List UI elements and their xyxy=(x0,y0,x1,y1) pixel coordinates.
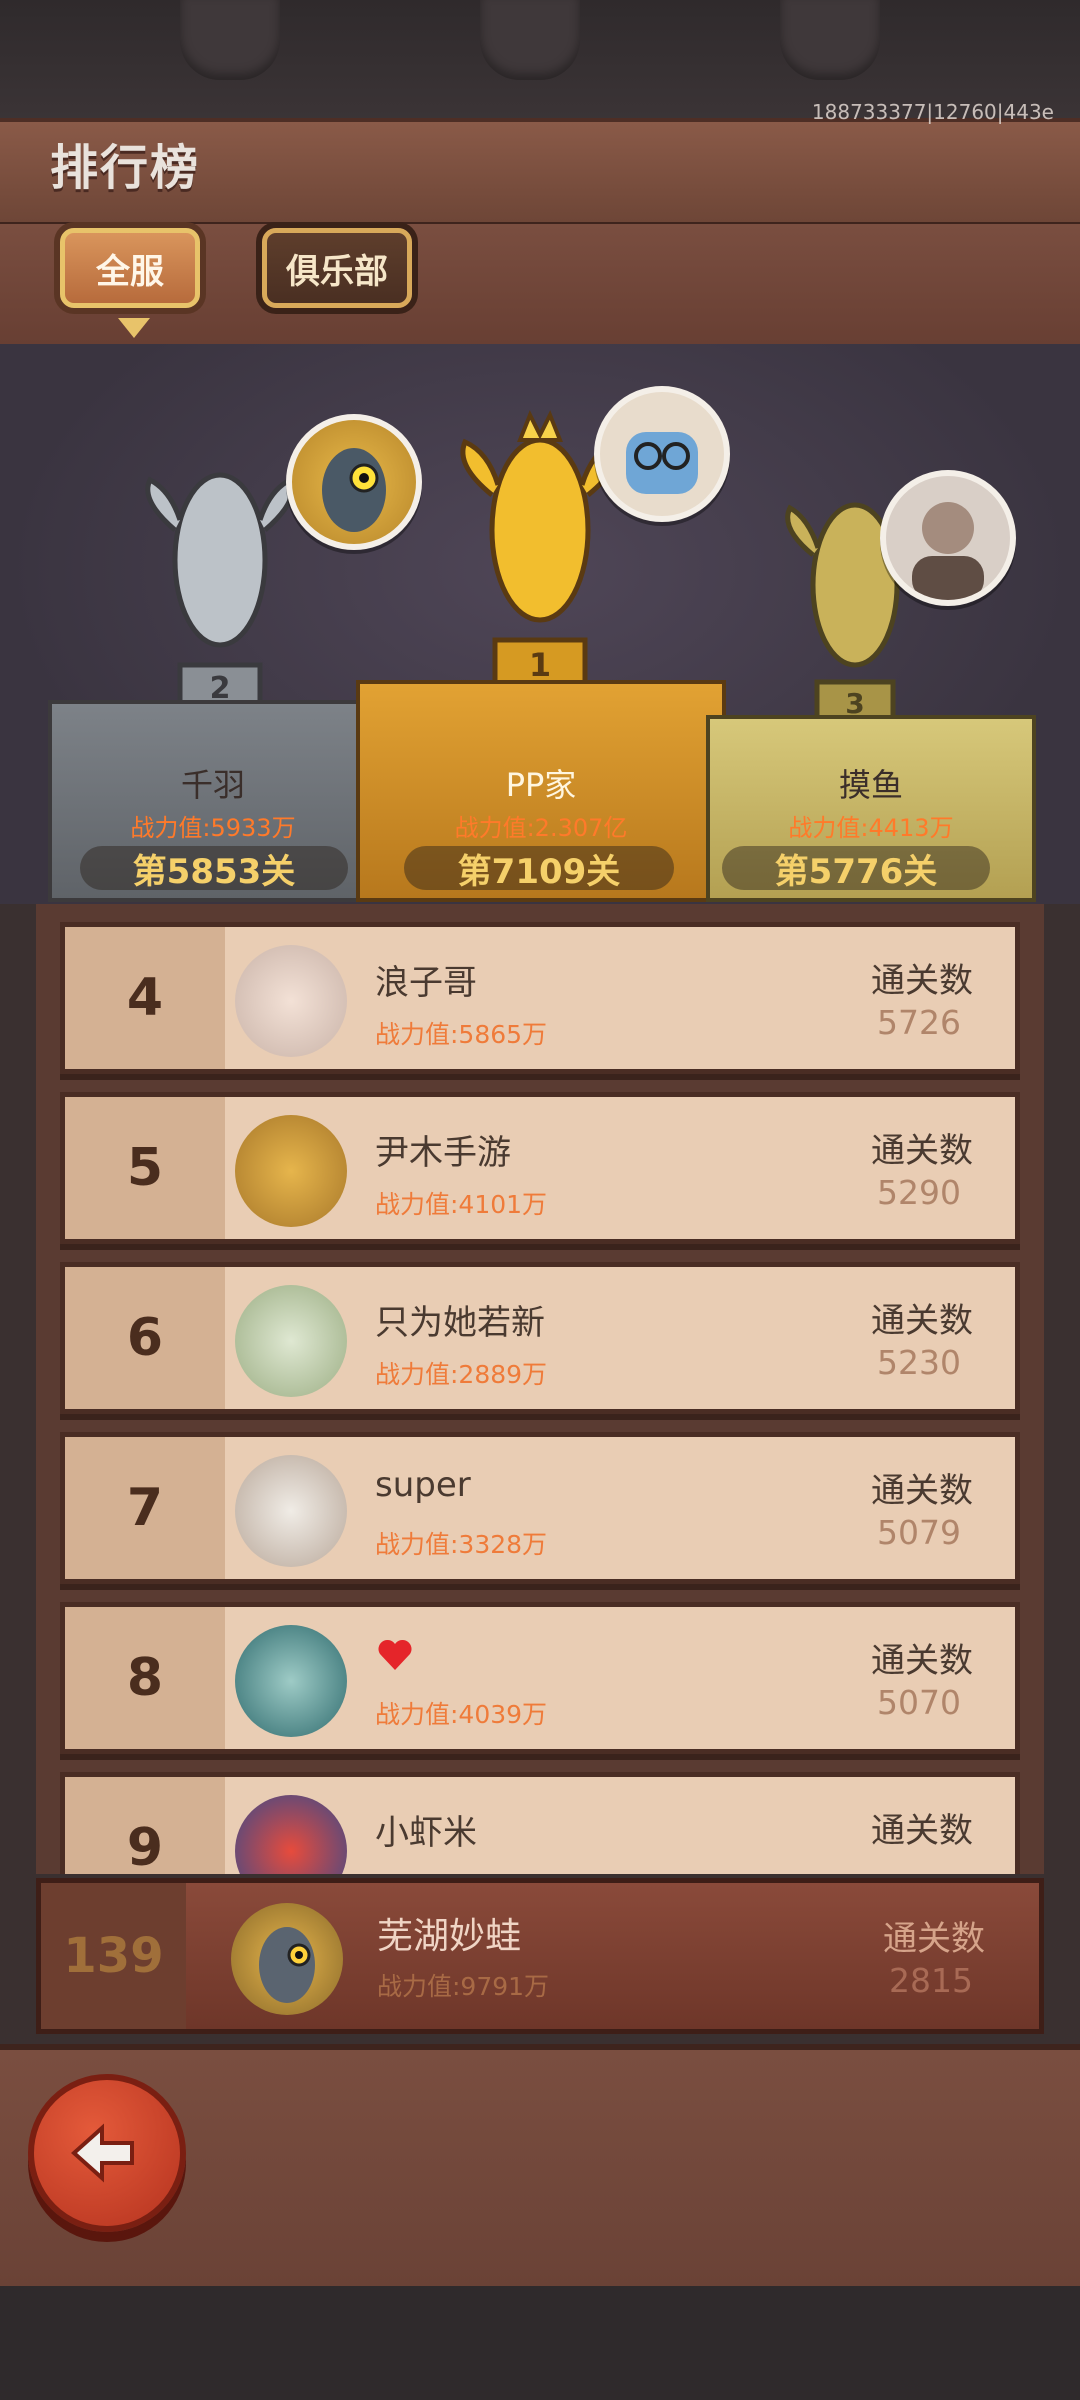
clear-count: 5290 xyxy=(877,1173,961,1212)
rank-number: 6 xyxy=(65,1267,225,1409)
player-name: 只为她若新 xyxy=(375,1303,545,1343)
page-title: 排行榜 xyxy=(50,140,201,196)
avatar[interactable] xyxy=(235,1455,347,1567)
list-item[interactable]: 7 super 战力值:3328万 通关数 5079 xyxy=(60,1432,1020,1584)
clear-count-label: 通关数 xyxy=(871,1811,973,1851)
podium-1-name: PP家 xyxy=(505,766,577,804)
podium-3-avatar[interactable] xyxy=(880,470,1016,606)
podium-3-power: 战力值:4413万 xyxy=(788,814,954,842)
heart-icon xyxy=(378,1639,412,1670)
rank-number: 5 xyxy=(65,1097,225,1239)
rank-number: 7 xyxy=(65,1437,225,1579)
podium-3-name: 摸鱼 xyxy=(838,766,903,804)
my-power: 战力值:9791万 xyxy=(377,1972,550,2001)
active-tab-pointer xyxy=(118,318,150,338)
avatar[interactable] xyxy=(235,1795,347,1874)
my-avatar[interactable] xyxy=(231,1903,343,2015)
podium-2-name: 千羽 xyxy=(180,766,245,804)
player-power: 战力值:2889万 xyxy=(375,1360,548,1389)
clear-count: 5070 xyxy=(877,1683,961,1722)
wall-peg xyxy=(780,0,880,80)
back-arrow-icon xyxy=(70,2123,134,2183)
ranking-list[interactable]: 4 浪子哥 战力值:5865万 通关数 5726 5 尹木手游 战力值:4101… xyxy=(36,904,1044,1874)
back-button[interactable] xyxy=(28,2074,186,2232)
rank-number: 8 xyxy=(65,1607,225,1749)
clear-count-label: 通关数 xyxy=(871,1131,973,1171)
avatar[interactable] xyxy=(235,1285,347,1397)
fish-avatar-icon xyxy=(322,448,386,532)
tab-all-server[interactable]: 全服 xyxy=(60,228,200,308)
clear-count-label: 通关数 xyxy=(871,1301,973,1341)
tab-club[interactable]: 俱乐部 xyxy=(262,228,412,308)
clear-count: 5079 xyxy=(877,1513,961,1552)
avatar[interactable] xyxy=(235,1625,347,1737)
podium-2-stage: 第5853关 xyxy=(80,846,348,892)
person-avatar-icon xyxy=(912,502,984,600)
list-item[interactable]: 9 小虾米 通关数 xyxy=(60,1772,1020,1874)
cat-avatar-icon xyxy=(626,432,698,494)
clear-count-label: 通关数 xyxy=(871,1641,973,1681)
list-item[interactable]: 8 战力值:4039万 通关数 5070 xyxy=(60,1602,1020,1754)
avatar[interactable] xyxy=(235,945,347,1057)
rank-number: 9 xyxy=(65,1777,225,1874)
player-name: 尹木手游 xyxy=(375,1133,511,1173)
player-name: super xyxy=(375,1465,471,1505)
clear-count-label: 通关数 xyxy=(871,961,973,1001)
list-item[interactable]: 4 浪子哥 战力值:5865万 通关数 5726 xyxy=(60,922,1020,1074)
player-power: 战力值:4039万 xyxy=(375,1700,548,1729)
svg-text:1: 1 xyxy=(529,646,551,684)
podium-2-power: 战力值:5933万 xyxy=(130,814,296,842)
fish-avatar-icon xyxy=(259,1927,315,2003)
my-clear-count: 2815 xyxy=(889,1961,973,2000)
player-power: 战力值:4101万 xyxy=(375,1190,548,1219)
clear-count: 5230 xyxy=(877,1343,961,1382)
my-name: 芜湖妙蛙 xyxy=(377,1916,522,1957)
podium-1-power: 战力值:2.307亿 xyxy=(454,814,628,842)
my-rank-row[interactable]: 139 芜湖妙蛙 战力值:9791万 通关数 2815 xyxy=(36,1878,1044,2034)
player-power: 战力值:3328万 xyxy=(375,1530,548,1559)
podium-2-avatar[interactable] xyxy=(286,414,422,550)
wall-peg xyxy=(180,0,280,80)
rank-number: 4 xyxy=(65,927,225,1069)
my-clear-count-label: 通关数 xyxy=(883,1919,985,1959)
device-id: 188733377|12760|443e xyxy=(811,100,1054,124)
list-item[interactable]: 5 尹木手游 战力值:4101万 通关数 5290 xyxy=(60,1092,1020,1244)
podium-1-avatar[interactable] xyxy=(594,386,730,522)
list-item[interactable]: 6 只为她若新 战力值:2889万 通关数 5230 xyxy=(60,1262,1020,1414)
podium-3-stage: 第5776关 xyxy=(722,846,990,892)
player-name: 小虾米 xyxy=(375,1813,477,1853)
avatar[interactable] xyxy=(235,1115,347,1227)
player-power: 战力值:5865万 xyxy=(375,1020,548,1049)
podium-1-stage: 第7109关 xyxy=(404,846,674,892)
clear-count-label: 通关数 xyxy=(871,1471,973,1511)
wall-peg xyxy=(480,0,580,80)
clear-count: 5726 xyxy=(877,1003,961,1042)
player-name: 浪子哥 xyxy=(375,963,477,1003)
my-rank-number: 139 xyxy=(41,1883,186,2029)
bottom-wall xyxy=(0,2286,1080,2400)
